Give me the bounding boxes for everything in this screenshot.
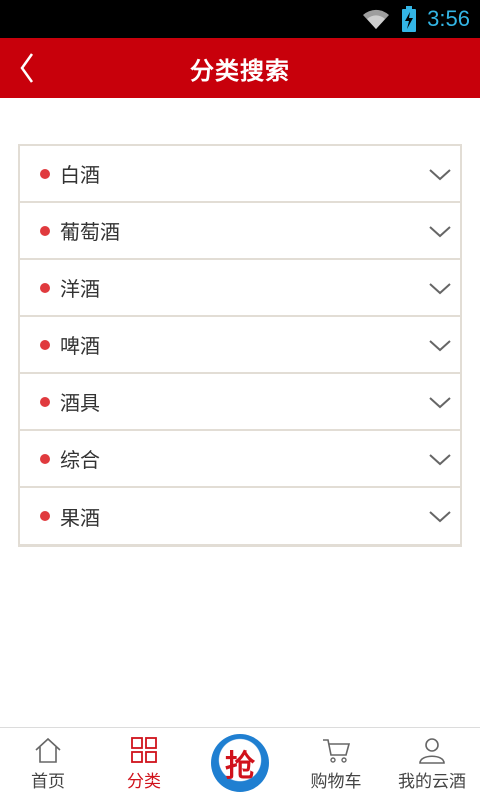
- category-label: 综合: [60, 448, 100, 472]
- chevron-down-icon[interactable]: [428, 335, 452, 355]
- clock: 3:56: [427, 6, 470, 31]
- tab-cart[interactable]: 购物车: [288, 728, 384, 800]
- chevron-down-icon[interactable]: [428, 221, 452, 241]
- page-title: 分类搜索: [190, 56, 290, 85]
- app-header: 分类搜索: [0, 38, 480, 98]
- chevron-down-icon[interactable]: [428, 449, 452, 469]
- status-bar: 3:56: [0, 0, 480, 38]
- tab-label: 分类: [127, 772, 161, 792]
- category-label: 酒具: [60, 391, 100, 415]
- main-content: 白酒 葡萄酒 洋酒 啤酒 酒具 综合 果酒: [0, 98, 480, 726]
- category-item[interactable]: 酒具: [20, 374, 460, 431]
- category-label: 葡萄酒: [60, 220, 120, 244]
- bottom-tab-bar: 首页 分类 抢 购物车 我的云酒: [0, 727, 480, 800]
- chevron-down-icon[interactable]: [428, 506, 452, 526]
- battery-charging-icon: [402, 6, 417, 32]
- grab-deal-text: 抢: [225, 749, 255, 784]
- tab-my-account[interactable]: 我的云酒: [384, 728, 480, 800]
- category-label: 果酒: [60, 505, 100, 530]
- bullet-dot: [40, 339, 50, 350]
- grid-icon: [131, 737, 157, 763]
- bullet-dot: [40, 168, 50, 179]
- grab-deal-icon[interactable]: 抢: [211, 734, 269, 792]
- tab-label: 我的云酒: [398, 772, 466, 792]
- chevron-down-icon[interactable]: [428, 164, 452, 184]
- category-label: 洋酒: [60, 277, 100, 301]
- category-item[interactable]: 果酒: [20, 488, 460, 544]
- bullet-dot: [40, 225, 50, 236]
- chevron-down-icon[interactable]: [428, 392, 452, 412]
- bullet-dot: [40, 511, 50, 521]
- bullet-dot: [40, 396, 50, 407]
- category-item[interactable]: 白酒: [20, 146, 460, 203]
- cart-icon: [323, 739, 351, 763]
- chevron-down-icon[interactable]: [428, 278, 452, 298]
- home-icon: [35, 737, 61, 763]
- wifi-icon: [363, 9, 390, 29]
- category-list: 白酒 葡萄酒 洋酒 啤酒 酒具 综合 果酒: [18, 144, 462, 547]
- tab-category[interactable]: 分类: [96, 728, 192, 800]
- back-button[interactable]: [14, 50, 42, 86]
- category-label: 啤酒: [60, 334, 100, 358]
- tab-label: 首页: [31, 772, 65, 792]
- user-icon: [419, 738, 445, 764]
- category-label: 白酒: [60, 163, 100, 187]
- category-item[interactable]: 综合: [20, 431, 460, 488]
- category-item[interactable]: 葡萄酒: [20, 203, 460, 260]
- tab-grab-deal[interactable]: 抢: [192, 728, 288, 800]
- tab-home[interactable]: 首页: [0, 728, 96, 800]
- bullet-dot: [40, 453, 50, 464]
- category-item[interactable]: 洋酒: [20, 260, 460, 317]
- bullet-dot: [40, 282, 50, 293]
- tab-label: 购物车: [310, 772, 362, 792]
- category-item[interactable]: 啤酒: [20, 317, 460, 374]
